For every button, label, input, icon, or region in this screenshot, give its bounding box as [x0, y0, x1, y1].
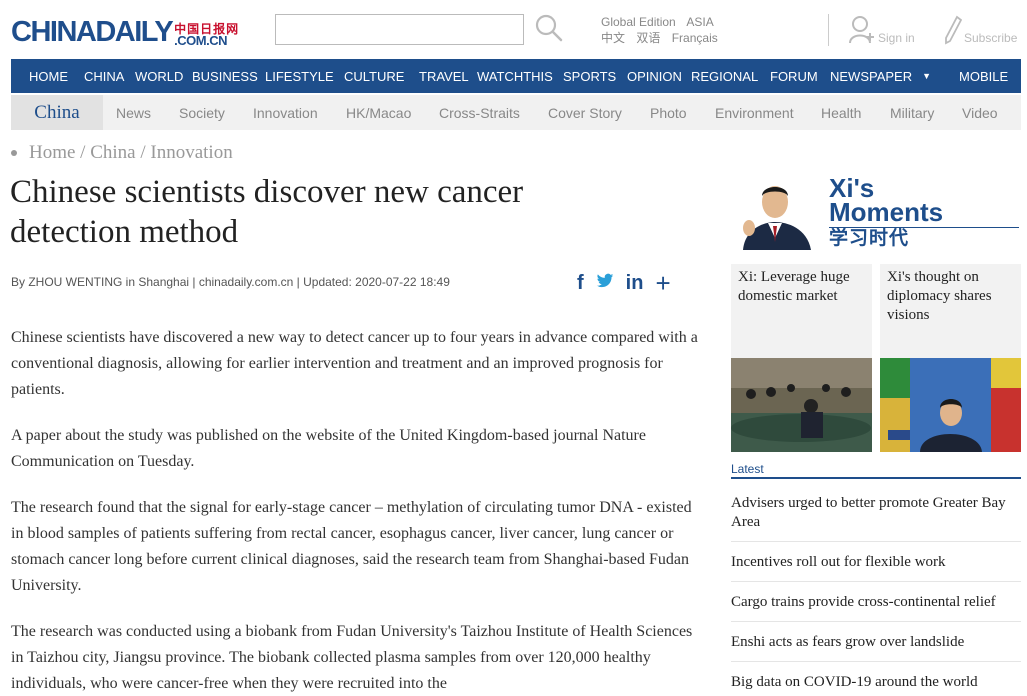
subnav-military[interactable]: Military — [890, 105, 934, 121]
section-nav: China News Society Innovation HK/Macao C… — [11, 95, 1021, 130]
article-title: Chinese scientists discover new cancer d… — [10, 174, 524, 250]
article-paragraph: Chinese scientists have discovered a new… — [11, 329, 698, 398]
site-logo[interactable]: CHINADAILY 中国日报网 .COM.CN — [11, 13, 239, 47]
xi-card-caption: Xi's thought on diplomacy shares visions — [887, 269, 992, 323]
subscribe-label: Subscribe — [964, 31, 1018, 45]
subnav-photo[interactable]: Photo — [650, 105, 687, 121]
nav-world[interactable]: WORLD — [135, 69, 183, 84]
xi-moments-subtitle: 学习时代 — [829, 227, 910, 249]
edition-global[interactable]: Global Edition — [601, 15, 676, 29]
search-input[interactable] — [275, 14, 524, 45]
latest-item[interactable]: Cargo trains provide cross-continental r… — [731, 582, 1021, 622]
logo-wordmark: CHINADAILY — [11, 16, 174, 48]
subnav-video[interactable]: Video — [962, 105, 998, 121]
chevron-down-icon: ▼ — [922, 71, 932, 81]
xi-card[interactable]: Xi's thought on diplomacy shares visions — [880, 264, 1021, 452]
bullet-icon — [11, 150, 17, 156]
site-header: CHINADAILY 中国日报网 .COM.CN Global Edition … — [0, 0, 1027, 58]
nav-travel[interactable]: TRAVEL — [419, 69, 469, 84]
logo-domain: .COM.CN — [174, 33, 228, 48]
latest-item[interactable]: Advisers urged to better promote Greater… — [731, 480, 1021, 542]
portrait-photo — [735, 176, 815, 250]
subnav-society[interactable]: Society — [179, 105, 225, 121]
article-body: Chinese scientists have discovered a new… — [11, 325, 701, 696]
user-icon — [849, 16, 874, 44]
subscribe-link[interactable]: Subscribe — [944, 15, 1017, 45]
nav-china[interactable]: CHINA — [84, 69, 124, 84]
share-bar: f in + — [577, 268, 683, 299]
xi-card-caption: Xi: Leverage huge domestic market — [738, 269, 850, 304]
nav-sports[interactable]: SPORTS — [563, 69, 616, 84]
edition-bilingual[interactable]: 双语 — [636, 31, 660, 45]
edition-switcher: Global Edition ASIA 中文 双语 Français — [601, 14, 726, 46]
breadcrumb-path[interactable]: Home / China / Innovation — [29, 142, 233, 164]
video-conference-photo — [880, 358, 1021, 452]
subnav-hk-macao[interactable]: HK/Macao — [346, 105, 411, 121]
article-byline: By ZHOU WENTING in Shanghai | chinadaily… — [11, 275, 450, 289]
linkedin-icon[interactable]: in — [626, 272, 644, 295]
nav-mobile[interactable]: MOBILE — [959, 69, 1008, 84]
nav-home[interactable]: HOME — [29, 69, 68, 84]
section-current[interactable]: China — [11, 95, 103, 130]
edition-chinese[interactable]: 中文 — [601, 31, 625, 45]
article-paragraph: A paper about the study was published on… — [11, 427, 646, 470]
sign-in-label: Sign in — [878, 31, 915, 45]
article-paragraph: The research found that the signal for e… — [11, 499, 692, 594]
article-paragraph: The research was conducted using a bioba… — [11, 623, 693, 692]
subnav-health[interactable]: Health — [821, 105, 861, 121]
nav-lifestyle[interactable]: LIFESTYLE — [265, 69, 334, 84]
pen-icon — [945, 15, 962, 45]
latest-divider — [731, 477, 1021, 479]
sign-in-link[interactable]: Sign in — [848, 15, 915, 45]
latest-item[interactable]: Enshi acts as fears grow over landslide — [731, 622, 1021, 662]
subnav-news[interactable]: News — [116, 105, 151, 121]
facebook-icon[interactable]: f — [577, 272, 584, 295]
xi-moments-title: Xi's Moments — [829, 173, 944, 227]
nav-culture[interactable]: CULTURE — [344, 69, 404, 84]
nav-newspaper[interactable]: NEWSPAPER ▼ — [830, 69, 931, 84]
twitter-icon[interactable] — [596, 273, 614, 294]
latest-item[interactable]: Big data on COVID-19 around the world — [731, 662, 1021, 696]
nav-regional[interactable]: REGIONAL — [691, 69, 758, 84]
nav-opinion[interactable]: OPINION — [627, 69, 682, 84]
xi-card[interactable]: Xi: Leverage huge domestic market — [731, 264, 872, 452]
latest-list: Advisers urged to better promote Greater… — [731, 480, 1021, 696]
latest-header: Latest — [731, 462, 764, 476]
header-divider — [828, 14, 829, 46]
subnav-innovation[interactable]: Innovation — [253, 105, 318, 121]
edition-french[interactable]: Français — [672, 31, 718, 45]
breadcrumb: Home / China / Innovation — [11, 142, 233, 164]
nav-business[interactable]: BUSINESS — [192, 69, 258, 84]
search-icon[interactable] — [534, 13, 564, 43]
latest-item[interactable]: Incentives roll out for flexible work — [731, 542, 1021, 582]
more-share-icon[interactable]: + — [655, 268, 670, 299]
subnav-cross-straits[interactable]: Cross-Straits — [439, 105, 520, 121]
nav-forum[interactable]: FORUM — [770, 69, 818, 84]
subnav-environment[interactable]: Environment — [715, 105, 794, 121]
edition-asia[interactable]: ASIA — [686, 15, 713, 29]
subnav-cover-story[interactable]: Cover Story — [548, 105, 622, 121]
main-nav: HOME CHINA WORLD BUSINESS LIFESTYLE CULT… — [11, 59, 1021, 93]
xi-moments-banner[interactable]: Xi's Moments 学习时代 — [731, 173, 1021, 252]
meeting-photo — [731, 358, 872, 452]
nav-watchthis[interactable]: WATCHTHIS — [477, 69, 553, 84]
